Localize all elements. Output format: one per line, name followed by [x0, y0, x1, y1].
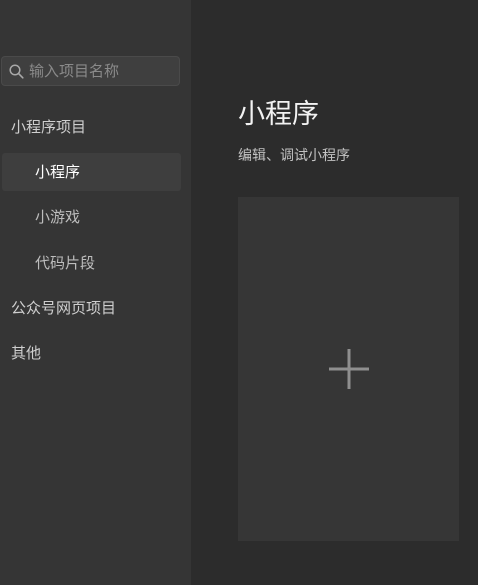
sidebar-item-label: 小程序 [35, 163, 81, 181]
search-input[interactable] [29, 60, 177, 82]
sidebar-item-label: 小程序项目 [11, 118, 87, 136]
sidebar-item-label: 其他 [11, 344, 42, 362]
search-icon [9, 64, 24, 79]
create-project-card[interactable] [238, 197, 459, 541]
sidebar-group-official-account-web[interactable]: 公众号网页项目 [0, 289, 181, 327]
sidebar-item-label: 代码片段 [35, 254, 96, 272]
sidebar-item-code-snippet[interactable]: 代码片段 [0, 244, 181, 282]
sidebar-group-miniprogram-projects[interactable]: 小程序项目 [0, 108, 181, 146]
search-box[interactable] [1, 56, 180, 86]
sidebar: 小程序项目 小程序 小游戏 代码片段 公众号网页项目 其他 [0, 0, 191, 585]
sidebar-item-miniprogram[interactable]: 小程序 [2, 153, 181, 191]
sidebar-item-label: 公众号网页项目 [11, 299, 117, 317]
page-subtitle: 编辑、调试小程序 [238, 148, 350, 164]
page-title: 小程序 [238, 99, 319, 130]
sidebar-group-other[interactable]: 其他 [0, 334, 181, 372]
sidebar-item-minigame[interactable]: 小游戏 [0, 198, 181, 236]
plus-icon [329, 349, 369, 389]
sidebar-item-label: 小游戏 [35, 208, 81, 226]
